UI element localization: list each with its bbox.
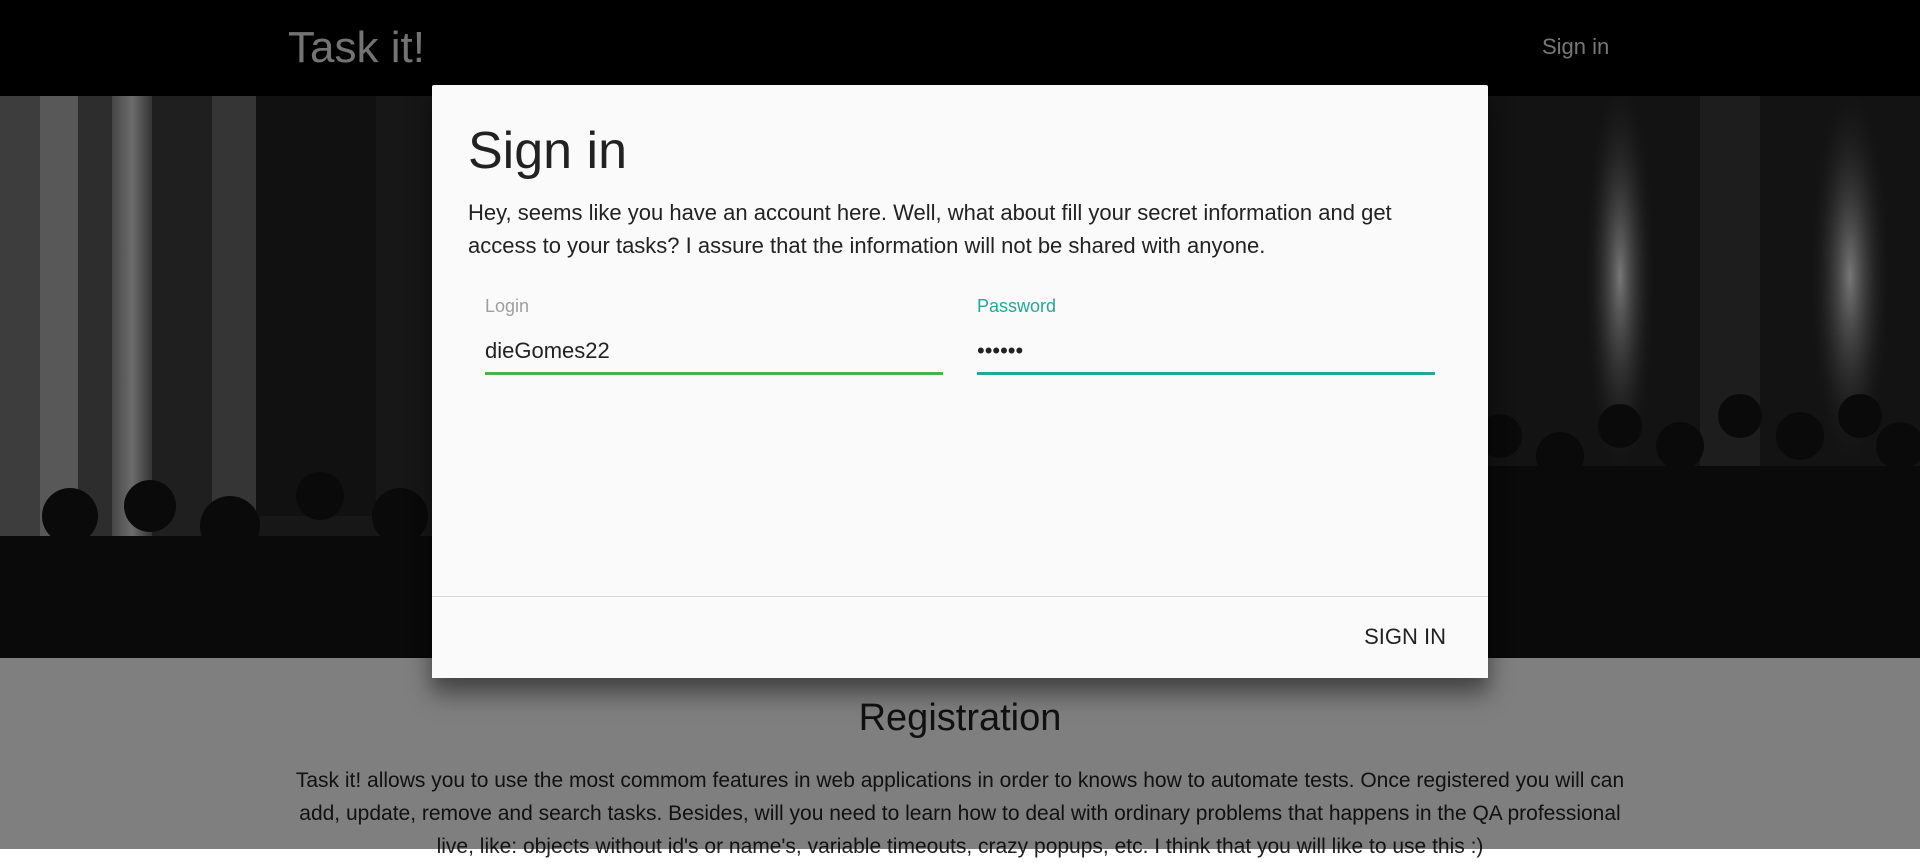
password-input[interactable] (977, 329, 1435, 375)
password-field: Password (977, 295, 1435, 377)
login-label: Login (485, 296, 530, 316)
login-field: Login (485, 295, 943, 377)
password-label: Password (977, 296, 1057, 316)
modal-description: Hey, seems like you have an account here… (468, 200, 1392, 258)
signin-submit-button[interactable]: SIGN IN (1364, 623, 1446, 651)
modal-footer: SIGN IN (432, 596, 1488, 678)
login-input[interactable] (485, 329, 943, 375)
modal-title: Sign in (468, 122, 627, 180)
signin-modal: Sign in Hey, seems like you have an acco… (432, 85, 1488, 678)
